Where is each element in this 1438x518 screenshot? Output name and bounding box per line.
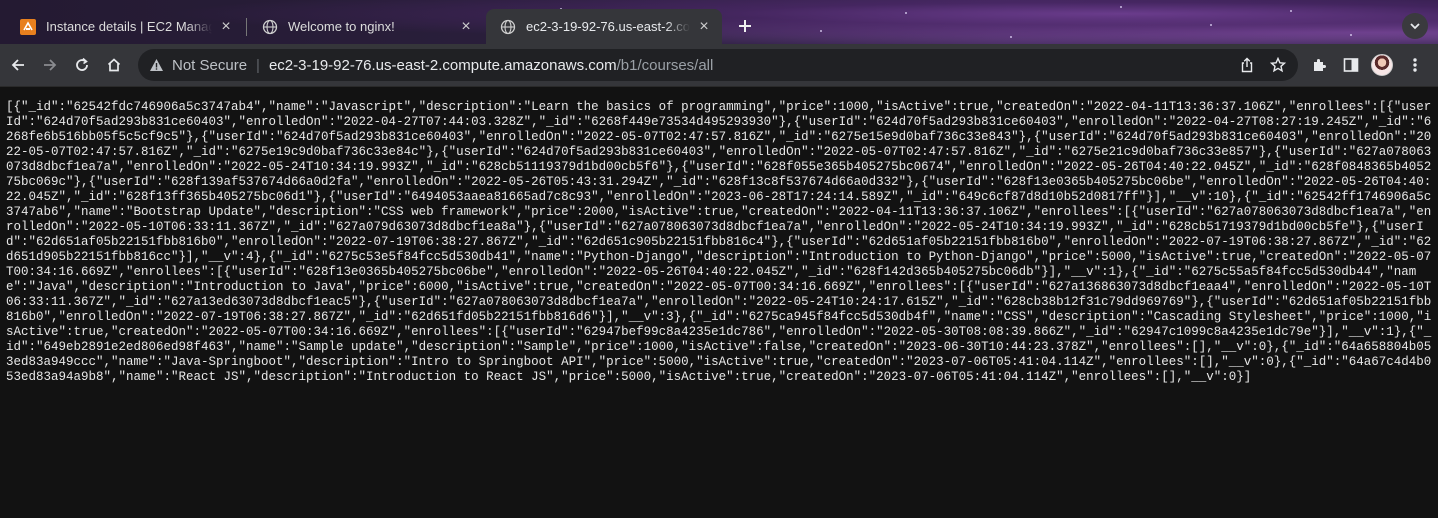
more-menu-icon [1413,58,1417,72]
tab-title: ec2-3-19-92-76.us-east-2.compute.amazona… [526,19,690,34]
background-star [1350,34,1352,36]
tab-ec2-instance-details[interactable]: Instance details | EC2 Manager × [6,9,244,44]
share-icon[interactable] [1235,53,1259,77]
home-icon [107,58,121,72]
close-tab-icon[interactable]: × [218,18,234,35]
extensions-button[interactable] [1305,51,1333,79]
url-host: ec2-3-19-92-76.us-east-2.compute.amazona… [268,56,617,74]
background-star [1210,24,1212,26]
background-star [820,30,822,32]
security-label[interactable]: Not Secure [172,57,247,74]
close-tab-icon[interactable]: × [458,18,474,35]
reload-icon [76,57,88,71]
tab-title: Welcome to nginx! [288,19,395,34]
background-star [1120,6,1122,8]
more-menu-button[interactable] [1401,51,1429,79]
tab-ec2-host-active[interactable]: ec2-3-19-92-76.us-east-2.compute.amazona… [486,9,722,44]
home-button[interactable] [100,51,128,79]
tab-separator [246,18,247,36]
tab-search-button[interactable] [1402,13,1428,39]
side-panel-button[interactable] [1337,51,1365,79]
back-icon [11,59,24,71]
globe-icon [500,19,516,35]
close-tab-icon[interactable]: × [696,18,712,35]
profile-avatar[interactable] [1371,54,1393,76]
address-bar[interactable]: Not Secure | ec2-3-19-92-76.us-east-2.co… [138,49,1298,81]
plus-icon [739,20,751,32]
extensions-icon [1314,59,1326,71]
warning-triangle-icon[interactable] [148,57,164,73]
chevron-down-icon [1410,23,1420,30]
background-star [1290,10,1292,12]
background-star [1010,36,1012,38]
bookmark-star-icon[interactable] [1266,53,1290,77]
aws-icon [20,18,36,35]
reload-button[interactable] [68,51,96,79]
forward-button[interactable] [36,51,64,79]
address-separator: | [256,56,260,74]
tab-welcome-nginx[interactable]: Welcome to nginx! × [248,9,484,44]
url-path: /b1/courses/all [616,56,714,74]
tab-strip: Instance details | EC2 Manager × Welcome… [0,0,1438,46]
tab-title: Instance details | EC2 Manager [46,19,212,34]
new-tab-button[interactable] [733,14,757,38]
side-panel-icon [1343,58,1359,72]
background-star [905,12,907,14]
browser-toolbar: Not Secure | ec2-3-19-92-76.us-east-2.co… [0,44,1438,87]
globe-icon [262,19,278,35]
page-content: [{"_id":"62542fdc746906a5c3747ab4","name… [0,87,1438,518]
json-response-text: [{"_id":"62542fdc746906a5c3747ab4","name… [6,100,1432,384]
forward-icon [44,59,57,71]
back-button[interactable] [4,51,32,79]
